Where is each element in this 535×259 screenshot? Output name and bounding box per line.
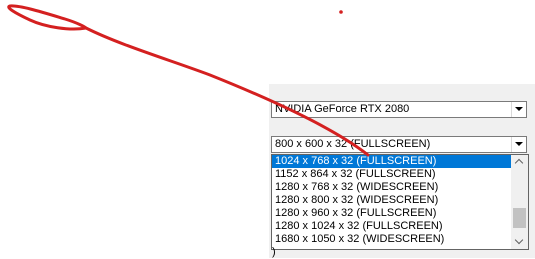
resolution-value: 800 x 600 x 32 (FULLSCREEN) bbox=[275, 138, 431, 150]
resolution-option[interactable]: 1280 x 800 x 32 (WIDESCREEN) bbox=[272, 194, 511, 207]
resolution-option[interactable]: 1152 x 864 x 32 (FULLSCREEN) bbox=[272, 168, 511, 181]
resolution-option[interactable]: 1024 x 768 x 32 (FULLSCREEN) bbox=[272, 155, 511, 168]
resolution-select[interactable]: 800 x 600 x 32 (FULLSCREEN) bbox=[271, 136, 527, 153]
chevron-down-icon bbox=[514, 235, 524, 245]
scrollbar-thumb[interactable] bbox=[513, 208, 526, 228]
resolution-option[interactable]: 1280 x 1024 x 32 (FULLSCREEN) bbox=[272, 220, 511, 233]
graphics-adapter-dropdown-button[interactable] bbox=[511, 102, 526, 117]
chevron-up-icon bbox=[514, 158, 524, 168]
graphics-adapter-select[interactable]: NVIDIA GeForce RTX 2080 bbox=[271, 101, 527, 118]
dropdown-scrollbar[interactable] bbox=[511, 155, 528, 249]
partial-text: ) bbox=[272, 246, 276, 258]
scroll-down-button[interactable] bbox=[511, 235, 528, 249]
triangle-down-icon bbox=[515, 142, 523, 146]
graphics-adapter-value: NVIDIA GeForce RTX 2080 bbox=[275, 103, 410, 115]
annotation-dot bbox=[339, 10, 343, 14]
triangle-down-icon bbox=[515, 107, 523, 111]
scroll-up-button[interactable] bbox=[511, 155, 528, 169]
resolution-option[interactable]: 1680 x 1050 x 32 (WIDESCREEN) bbox=[272, 233, 511, 246]
resolution-option[interactable]: 1280 x 960 x 32 (FULLSCREEN) bbox=[272, 207, 511, 220]
annotation-loop-stroke bbox=[7, 4, 88, 31]
resolution-dropdown-button[interactable] bbox=[511, 137, 526, 152]
resolution-option[interactable]: 1280 x 768 x 32 (WIDESCREEN) bbox=[272, 181, 511, 194]
resolution-dropdown-list[interactable]: 1024 x 768 x 32 (FULLSCREEN) 1152 x 864 … bbox=[271, 154, 529, 250]
